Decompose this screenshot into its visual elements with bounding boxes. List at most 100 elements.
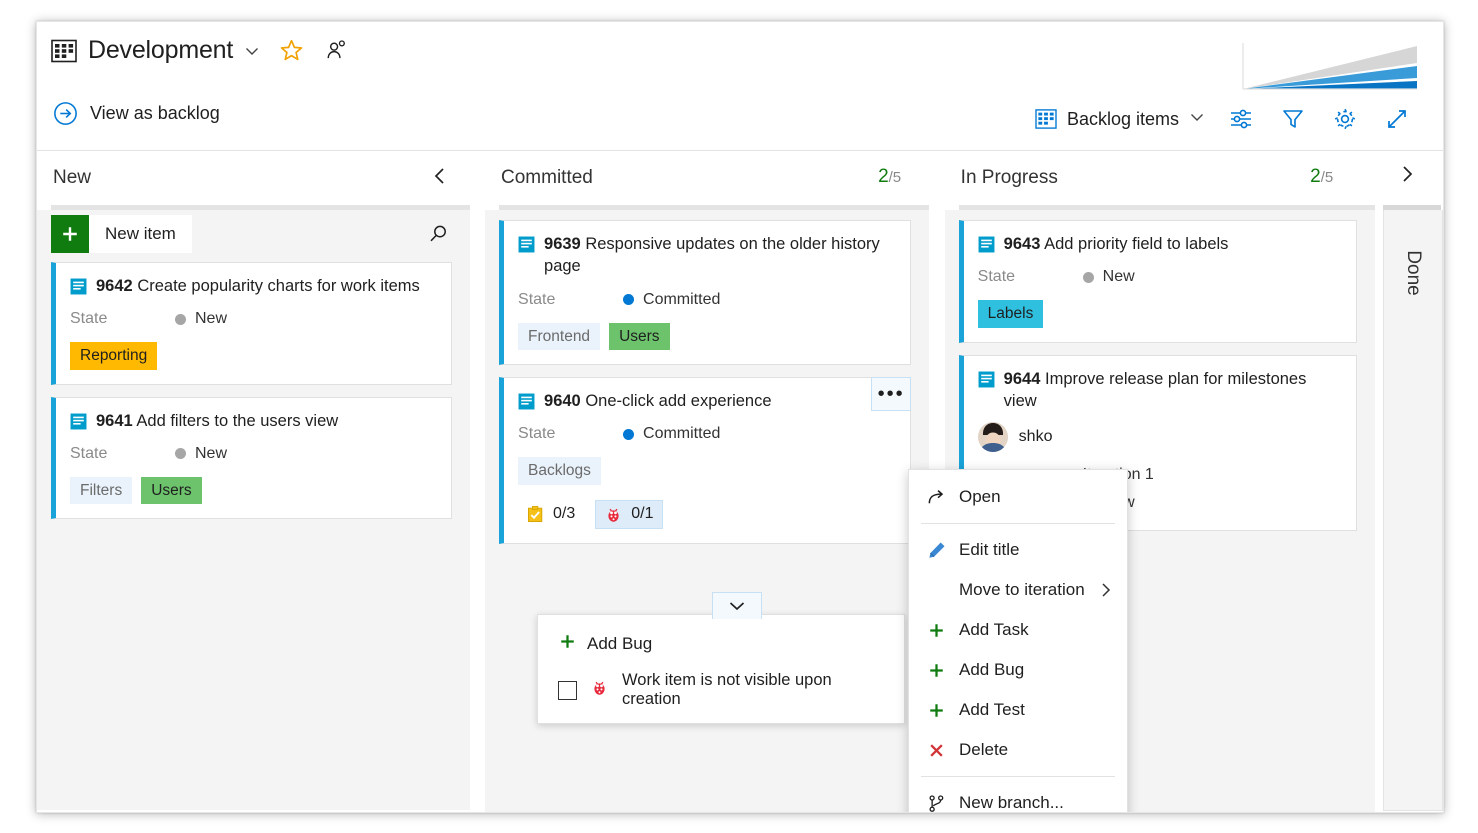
context-menu-item-move-to-iteration[interactable]: Move to iteration [909,570,1127,610]
backlog-item-icon [70,278,87,295]
state-dot [175,313,186,325]
child-counts-row: 0/3 0/1 [518,499,896,529]
chevron-right-icon[interactable] [1399,165,1415,188]
checkbox-unchecked-icon[interactable] [558,680,577,700]
board-card[interactable]: 9642 Create popularity charts for work i… [51,262,452,385]
state-label: State [70,444,108,462]
backlog-level-selector[interactable]: Backlog items [1025,104,1215,135]
board-card[interactable]: 9641 Add filters to the users view State… [51,396,452,520]
state-value[interactable]: Committed [623,425,720,443]
card-title: 9642 Create popularity charts for work i… [96,275,420,297]
context-menu-item-new-branch[interactable]: New branch... [909,783,1127,813]
tag[interactable]: Filters [70,476,133,505]
add-bug-panel: Add Bug Work item is not visible upon cr… [537,614,905,724]
state-label: State [70,310,108,328]
wip-counter: 2/5 [878,166,901,188]
tag[interactable]: Reporting [70,342,158,370]
chevron-right-icon [1099,582,1113,598]
state-label: State [518,425,556,443]
card-state-field: State Committed [518,291,896,309]
fullscreen-icon[interactable] [1371,100,1423,138]
board-header: Development [37,22,1443,97]
card-title-text: Add priority field to labels [1044,235,1229,253]
state-label: State [518,290,556,308]
context-menu-item-open[interactable]: Open [909,477,1127,517]
state-value[interactable]: Committed [623,291,720,309]
add-bug-button[interactable]: Add Bug [538,627,904,661]
board-window: Development View as backlog Backlog item… [36,21,1444,813]
card-title: 9641 Add filters to the users view [96,410,338,432]
card-title: 9640 One-click add experience [544,390,772,412]
context-menu-label: Add Test [959,700,1025,719]
tag-row: Frontend Users [518,322,896,350]
column-body-done[interactable]: Done [1383,210,1443,811]
context-menu-label: Delete [959,740,1009,759]
card-title-row: 9642 Create popularity charts for work i… [70,275,437,297]
bug-count-chip[interactable]: 0/1 [595,499,663,529]
view-as-backlog-button[interactable]: View as backlog [53,101,220,126]
tag[interactable]: Users [609,322,670,350]
visibility-checkbox-row[interactable]: Work item is not visible upon creation [538,661,904,711]
state-text: Committed [643,425,721,443]
context-menu-item-add-test[interactable]: Add Test [909,690,1127,730]
context-menu-item-add-task[interactable]: Add Task [909,610,1127,650]
card-context-menu-button[interactable]: ••• [871,376,912,411]
column-divider [1375,151,1383,812]
context-menu-item-edit-title[interactable]: Edit title [909,530,1127,570]
chevron-left-icon[interactable] [432,167,448,190]
wip-limit: /5 [1320,169,1334,186]
board-grid-icon [1035,109,1057,129]
new-item-label: New item [105,224,176,243]
backlog-item-icon [978,371,995,388]
tag[interactable]: Labels [977,300,1044,328]
board-card[interactable]: 9639 Responsive updates on the older his… [499,220,912,365]
search-icon[interactable] [426,222,450,251]
column-title: Committed [501,167,593,188]
task-checklist-icon [526,505,545,524]
tag[interactable]: Users [141,476,202,505]
wip-current: 2 [878,166,889,187]
tag[interactable]: Backlogs [518,457,601,485]
board-identity: Development [51,36,348,65]
expand-children-tab[interactable] [712,592,762,619]
state-value[interactable]: New [175,445,227,463]
card-id: 9640 [544,391,581,410]
assignee-avatar [977,422,1008,453]
tag[interactable]: Frontend [518,322,601,350]
toolbar-actions: Backlog items [1025,100,1423,138]
state-value[interactable]: New [1082,268,1135,286]
column-title: New [53,167,92,188]
task-count-chip[interactable]: 0/3 [518,501,583,528]
column-header-committed: Committed 2/5 [485,151,929,205]
settings-sliders-icon[interactable] [1215,100,1267,138]
card-state-field: State New [978,268,1343,286]
card-id: 9644 [1003,369,1041,388]
new-item-button[interactable]: New item [51,215,192,253]
branch-icon [923,794,949,813]
pencil-icon [923,540,949,561]
context-menu-item-add-bug[interactable]: Add Bug [909,650,1127,690]
card-title-row: 9640 One-click add experience [518,390,896,412]
state-value[interactable]: New [175,310,227,328]
tag-row: Backlogs [518,457,896,485]
card-id: 9642 [96,277,133,295]
context-menu-label: Open [959,487,1001,506]
column-title: In Progress [960,167,1058,188]
chevron-down-icon[interactable] [244,43,260,59]
board-grid-icon [51,39,77,63]
star-icon[interactable] [279,38,304,63]
assignee-row[interactable]: shko [977,422,1343,453]
tag-row: Filters Users [70,476,437,505]
context-menu-label: Edit title [959,540,1020,559]
task-count-text: 0/3 [553,505,576,523]
board-card[interactable]: ••• 9640 One-click add experience State … [499,376,912,544]
filter-icon[interactable] [1267,100,1319,138]
context-menu-label: Add Bug [959,660,1025,679]
gear-icon[interactable] [1319,100,1371,138]
card-state-field: State New [70,445,437,463]
context-menu-item-delete[interactable]: Delete [909,730,1127,770]
people-icon[interactable] [325,39,348,62]
wip-counter: 2/5 [1310,166,1333,188]
card-title-text: One-click add experience [585,391,772,410]
board-card[interactable]: 9643 Add priority field to labels State … [958,220,1358,343]
